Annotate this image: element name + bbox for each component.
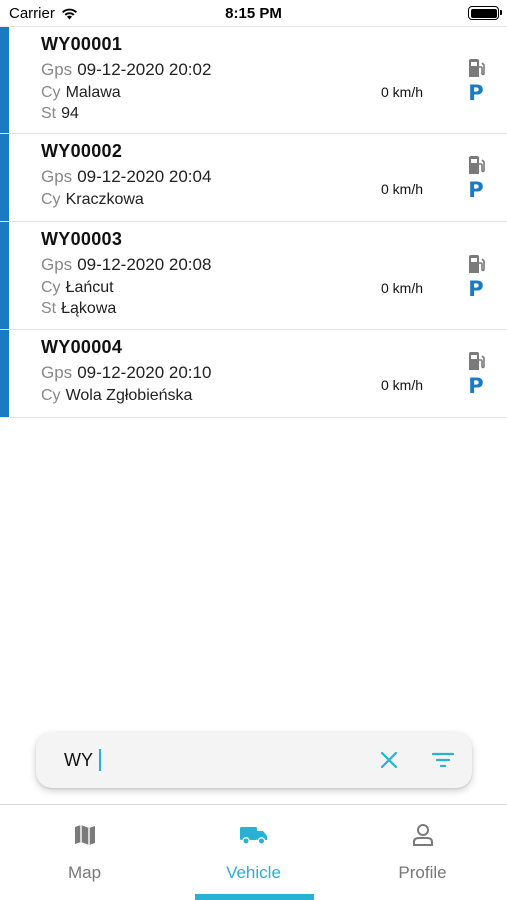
vehicle-plate: WY00002: [41, 141, 123, 161]
gps-key: Gps: [41, 60, 73, 79]
speed-value: 0 km/h: [381, 377, 424, 393]
gps-value: 09-12-2020 20:04: [77, 167, 212, 186]
status-bar: Carrier 8:15 PM: [0, 0, 507, 26]
fuel-pump-icon: [468, 255, 485, 273]
person-icon: [412, 824, 433, 846]
text-caret: [99, 749, 101, 771]
city-key: Cy: [41, 191, 61, 208]
speed-value: 0 km/h: [381, 280, 424, 296]
search-bar: [36, 732, 472, 788]
vehicle-row[interactable]: WY00004 Gps 09-12-2020 20:10 Cy Wola Zgłob…: [0, 330, 507, 418]
tab-profile[interactable]: Profile: [338, 805, 507, 900]
gps-line: Gps 09-12-2020 20:10: [41, 361, 507, 385]
vehicle-plate: WY00003: [41, 229, 123, 249]
row-status-icons: P: [466, 254, 486, 301]
city-line: Cy Łańcut: [41, 277, 507, 298]
city-line: Cy Wola Zgłobieńska: [41, 385, 507, 406]
gps-key: Gps: [41, 363, 73, 382]
map-icon: [74, 825, 95, 845]
vehicle-plate: WY00004: [41, 337, 123, 357]
street-line: St 94: [41, 103, 507, 124]
vehicle-list: WY00001 Gps 09-12-2020 20:02 Cy Malawa St 9…: [0, 27, 507, 418]
parking-icon: P: [468, 374, 484, 398]
close-icon[interactable]: [378, 749, 400, 771]
parking-icon: P: [468, 178, 484, 202]
gps-value: 09-12-2020 20:08: [77, 255, 212, 274]
row-accent-bar: [0, 222, 9, 329]
tab-map[interactable]: Map: [0, 805, 169, 900]
gps-line: Gps 09-12-2020 20:08: [41, 253, 507, 277]
active-tab-indicator: [195, 894, 314, 900]
tab-label: Vehicle: [226, 863, 281, 882]
city-value: Łańcut: [65, 279, 114, 296]
filter-icon[interactable]: [432, 750, 454, 770]
tab-icon-wrap: [239, 822, 269, 848]
tab-icon-wrap: [73, 822, 97, 848]
row-accent-bar: [0, 27, 9, 133]
fuel-pump-icon: [468, 352, 485, 370]
row-status-icons: P: [466, 351, 486, 398]
city-line: Cy Malawa: [41, 82, 507, 103]
vehicle-row[interactable]: WY00003 Gps 09-12-2020 20:08 Cy Łańcut St Ł…: [0, 222, 507, 330]
row-status-icons: P: [466, 155, 486, 202]
row-accent-bar: [0, 134, 9, 221]
vehicle-plate: WY00001: [41, 34, 123, 54]
status-time: 8:15 PM: [225, 5, 282, 22]
city-value: Malawa: [65, 84, 121, 101]
city-key: Cy: [41, 387, 61, 404]
gps-value: 09-12-2020 20:02: [77, 60, 212, 79]
tab-label: Profile: [398, 863, 447, 882]
tab-label: Map: [67, 863, 102, 882]
gps-value: 09-12-2020 20:10: [77, 363, 212, 382]
street-key: St: [41, 300, 57, 317]
city-key: Cy: [41, 279, 61, 296]
row-accent-bar: [0, 330, 9, 417]
bottom-tab-bar: Map Vehicle Profile: [0, 805, 507, 900]
tab-vehicle[interactable]: Vehicle: [169, 805, 338, 900]
city-value: Kraczkowa: [65, 191, 144, 208]
gps-line: Gps 09-12-2020 20:04: [41, 165, 507, 189]
gps-line: Gps 09-12-2020 20:02: [41, 58, 507, 82]
street-key: St: [41, 105, 57, 122]
speed-value: 0 km/h: [381, 84, 424, 100]
city-line: Cy Kraczkowa: [41, 189, 507, 210]
parking-icon: P: [468, 277, 484, 301]
search-input[interactable]: [64, 748, 364, 772]
city-value: Wola Zgłobieńska: [65, 387, 193, 404]
tab-icon-wrap: [412, 822, 434, 848]
city-key: Cy: [41, 84, 61, 101]
speed-value: 0 km/h: [381, 181, 424, 197]
gps-key: Gps: [41, 255, 73, 274]
vehicle-row[interactable]: WY00002 Gps 09-12-2020 20:04 Cy Kraczkowa …: [0, 134, 507, 222]
parking-icon: P: [468, 81, 484, 105]
fuel-pump-icon: [468, 156, 485, 174]
fuel-pump-icon: [468, 59, 485, 77]
row-status-icons: P: [466, 58, 486, 105]
vehicle-row[interactable]: WY00001 Gps 09-12-2020 20:02 Cy Malawa St 9…: [0, 27, 507, 134]
truck-icon: [239, 827, 267, 845]
street-value: Łąkowa: [61, 300, 117, 317]
street-value: 94: [61, 105, 79, 122]
street-line: St Łąkowa: [41, 298, 507, 319]
gps-key: Gps: [41, 167, 73, 186]
battery-icon: [468, 6, 502, 20]
